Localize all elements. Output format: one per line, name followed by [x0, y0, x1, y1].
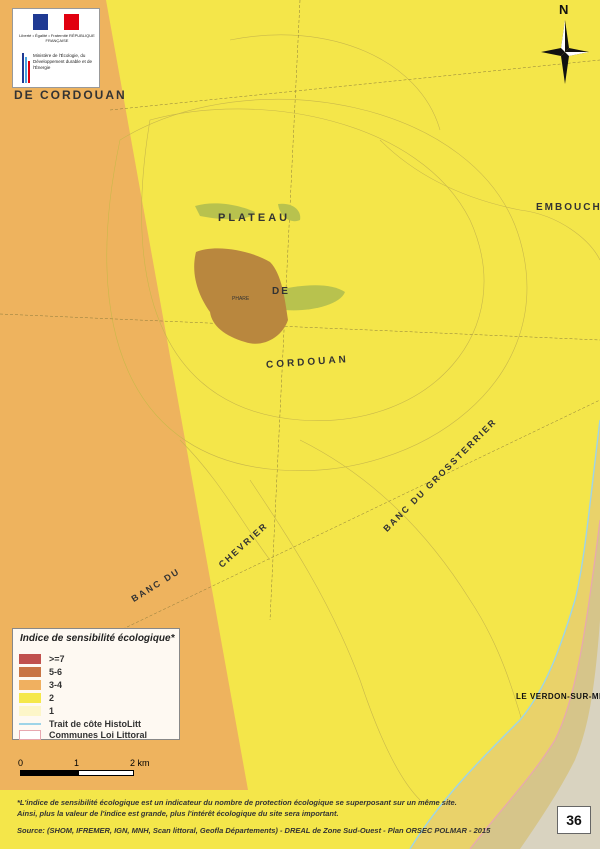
legend-swatch [19, 706, 41, 716]
scale-segment [78, 770, 134, 776]
legend-item: 2 [19, 692, 54, 704]
legend-item: 5-6 [19, 666, 62, 678]
legend-label: Trait de côte HistoLitt [49, 719, 142, 729]
scale-tick: 1 [74, 758, 80, 768]
map-legend: Indice de sensibilité écologique* >=7 5-… [12, 628, 180, 740]
legend-label: 3-4 [49, 680, 63, 690]
source-credit: Source: (SHOM, IFREMER, IGN, MNH, Scan l… [17, 826, 491, 835]
footnote-line-2: Ainsi, plus la valeur de l'indice est gr… [17, 809, 339, 818]
label-plateau: PLATEAU [218, 212, 291, 224]
ministry-logo: Liberté • Égalité • Fraternité RÉPUBLIQU… [12, 8, 100, 88]
legend-item: Communes Loi Littoral [19, 729, 147, 741]
scale-bar: 0 1 2 km [18, 756, 258, 786]
scale-segment [20, 770, 78, 776]
legend-swatch [19, 667, 41, 677]
legend-item: 1 [19, 705, 54, 717]
scale-tick: 2 km [130, 758, 150, 768]
scale-tick: 0 [18, 758, 24, 768]
ministry-mark-icon [22, 53, 30, 83]
legend-item: >=7 [19, 653, 65, 665]
footnote-line-1: *L'indice de sensibilité écologique est … [17, 798, 457, 807]
ministry-name: Ministère de l'Écologie, du Développemen… [33, 53, 93, 70]
republic-motto: Liberté • Égalité • Fraternité RÉPUBLIQU… [19, 33, 95, 43]
legend-swatch [19, 730, 41, 740]
north-label: N [559, 2, 569, 17]
legend-label: >=7 [49, 654, 65, 664]
legend-title: Indice de sensibilité écologique* [20, 633, 175, 644]
legend-swatch [19, 723, 41, 725]
legend-swatch [19, 693, 41, 703]
legend-label: 2 [49, 693, 55, 703]
map-footer: *L'indice de sensibilité écologique est … [0, 790, 600, 849]
legend-swatch [19, 680, 41, 690]
label-le-verdon: LE VERDON-SUR-ME [516, 692, 600, 701]
legend-label: 5-6 [49, 667, 63, 677]
legend-label: Communes Loi Littoral [49, 730, 148, 740]
legend-item: 3-4 [19, 679, 62, 691]
label-de-cordouan: DE CORDOUAN [14, 88, 127, 102]
legend-swatch [19, 654, 41, 664]
label-phare: PHARE [232, 296, 250, 302]
page-number: 36 [557, 806, 591, 834]
label-embouch: EMBOUCH [536, 202, 600, 213]
label-de: DE [272, 286, 290, 297]
legend-label: 1 [49, 706, 55, 716]
french-flag-icon [33, 14, 79, 30]
